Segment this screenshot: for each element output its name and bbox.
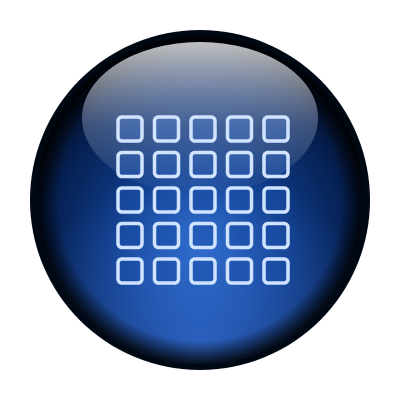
grid-cell bbox=[262, 257, 290, 285]
grid-cell bbox=[189, 221, 217, 250]
grid-cell bbox=[262, 186, 290, 214]
grid-cell bbox=[225, 186, 254, 214]
grid-cell bbox=[152, 221, 181, 250]
grid-cell bbox=[225, 221, 254, 250]
grid-orb-button[interactable] bbox=[0, 0, 400, 400]
grid-cell bbox=[225, 257, 254, 285]
orb-gloss-highlight bbox=[82, 42, 318, 194]
grid-cell bbox=[262, 221, 290, 250]
grid-cell bbox=[116, 257, 144, 285]
grid-cell bbox=[116, 221, 144, 250]
grid-cell bbox=[116, 186, 144, 214]
grid-cell bbox=[152, 257, 181, 285]
grid-cell bbox=[189, 257, 217, 285]
icon-canvas bbox=[0, 0, 400, 400]
